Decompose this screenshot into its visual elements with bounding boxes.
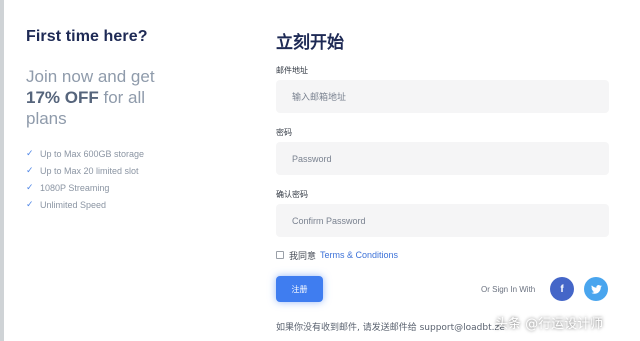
promo-discount: 17% OFF [26,88,99,107]
support-note: 如果你没有收到邮件, 请发送邮件给 support@loadbt.ze [276,323,505,333]
or-sign-in-label: Or Sign In With [481,284,536,294]
promo-for-all: for all [103,88,146,107]
twitter-bird-icon [590,284,602,294]
confirm-password-field[interactable]: Confirm Password [276,204,609,237]
register-button[interactable]: 注册 [276,276,323,302]
signup-form: 立刻开始 邮件地址 输入邮箱地址 密码 Password 确认密码 Confir… [276,28,616,302]
feature-item: ✓ Up to Max 600GB storage [26,145,246,162]
terms-checkbox[interactable] [276,251,284,259]
promo-discount-line: 17% OFF for all [26,87,246,108]
check-icon: ✓ [26,165,34,175]
facebook-icon[interactable]: f [550,277,574,301]
feature-item: ✓ Unlimited Speed [26,196,246,213]
feature-item: ✓ Up to Max 20 limited slot [26,162,246,179]
feature-label: 1080P Streaming [40,182,110,193]
terms-row: 我同意 Terms & Conditions [276,248,616,262]
confirm-password-label: 确认密码 [276,190,308,199]
email-field[interactable]: 输入邮箱地址 [276,80,609,113]
check-icon: ✓ [26,199,34,209]
feature-label: Up to Max 20 limited slot [40,165,139,176]
promo-join: Join now and get [26,67,155,86]
promo-heading: First time here? [26,28,148,45]
promo-text: Join now and get 17% OFF for all plans [26,66,246,129]
terms-link[interactable]: Terms & Conditions [320,250,398,260]
check-icon: ✓ [26,148,34,158]
feature-label: Up to Max 600GB storage [40,148,145,159]
promo-panel: First time here? Join now and get 17% OF… [26,28,246,213]
password-label: 密码 [276,128,292,137]
twitter-icon[interactable] [584,277,608,301]
check-icon: ✓ [26,182,34,192]
feature-item: ✓ 1080P Streaming [26,179,246,196]
promo-plans: plans [26,109,67,128]
form-actions: 注册 Or Sign In With f [276,276,616,302]
password-field[interactable]: Password [276,142,609,175]
form-title: 立刻开始 [276,33,344,53]
feature-list: ✓ Up to Max 600GB storage ✓ Up to Max 20… [26,145,246,213]
agree-label: 我同意 [289,251,317,262]
feature-label: Unlimited Speed [40,199,107,210]
watermark: 头条 @行运设计师 [495,317,604,332]
email-label: 邮件地址 [276,66,308,75]
